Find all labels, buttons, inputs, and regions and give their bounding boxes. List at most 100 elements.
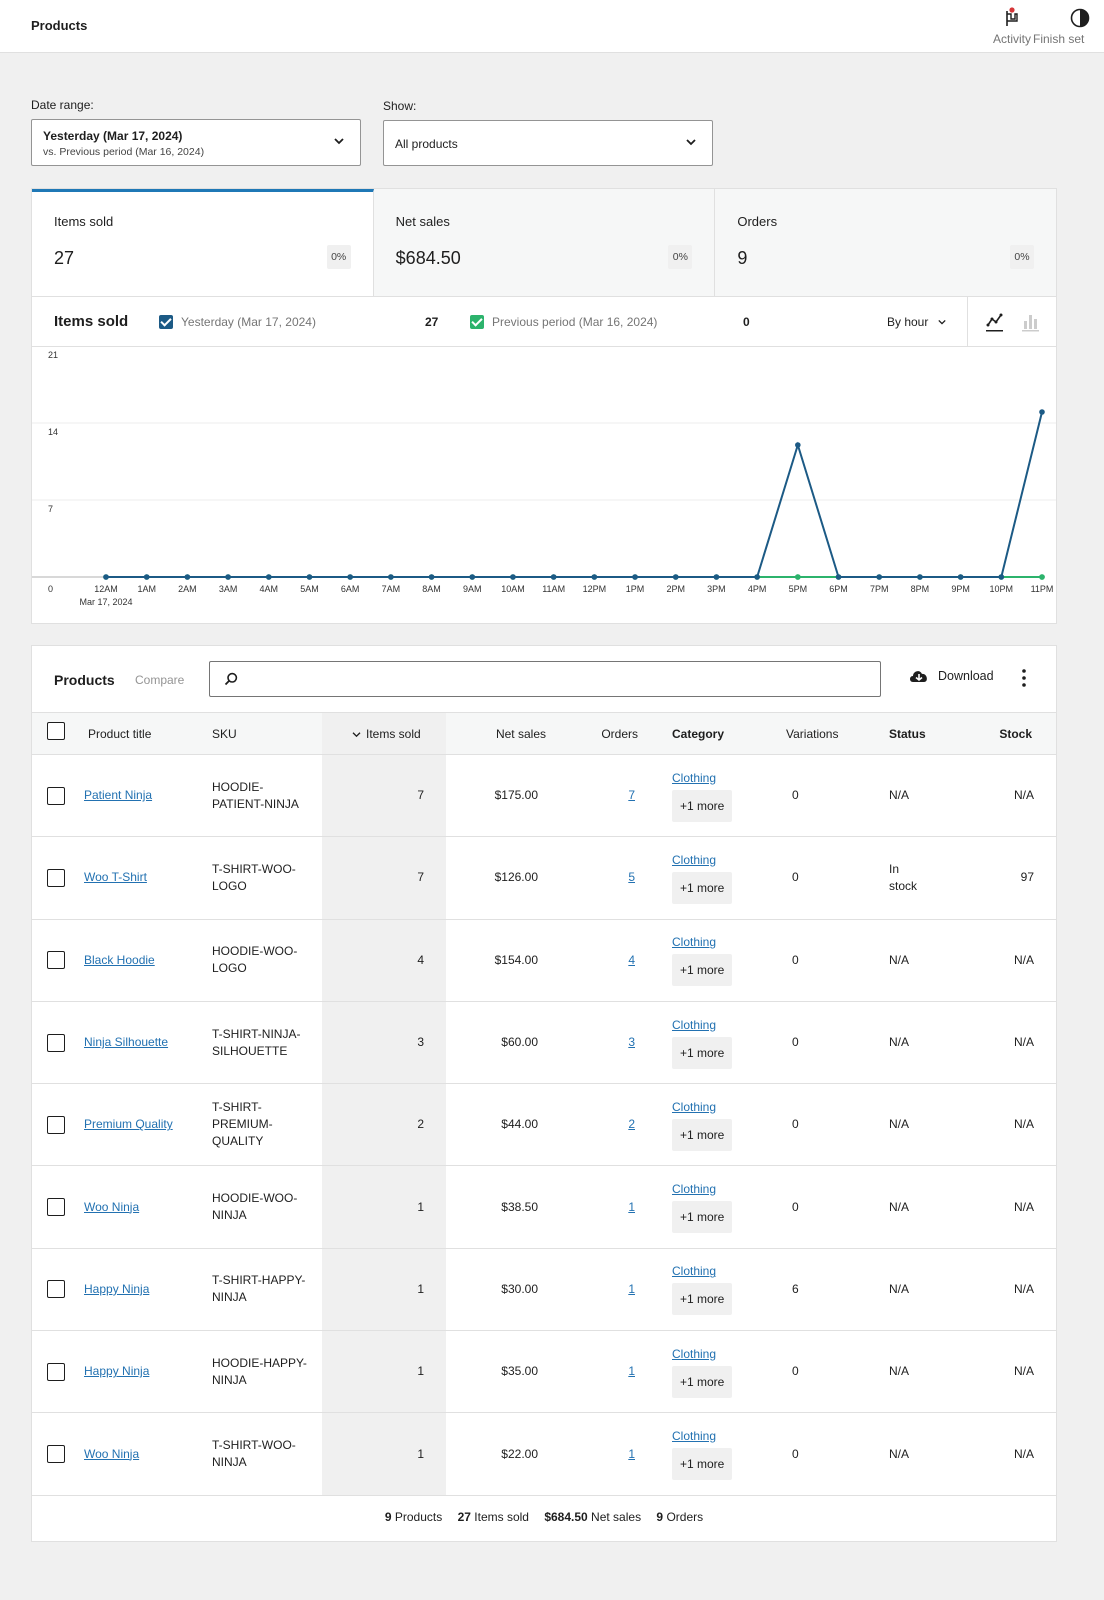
column-header-orders[interactable]: Orders	[564, 712, 650, 755]
row-checkbox[interactable]	[47, 1445, 65, 1464]
category-link[interactable]: Clothing	[672, 935, 716, 949]
checkbox-checked-icon[interactable]	[470, 315, 484, 329]
checkbox-checked-icon[interactable]	[159, 315, 173, 329]
orders-link[interactable]: 4	[628, 953, 635, 967]
more-categories-button[interactable]: +1 more	[672, 1118, 733, 1151]
table-row: Premium Quality T-SHIRT-PREMIUM-QUALITY 2 $…	[32, 1083, 1056, 1167]
more-categories-button[interactable]: +1 more	[672, 1201, 733, 1234]
summary-delta: 0%	[1010, 245, 1035, 269]
orders-link[interactable]: 2	[628, 1117, 635, 1131]
chevron-down-icon	[938, 319, 946, 325]
product-link[interactable]: Woo T-Shirt	[84, 870, 147, 884]
orders-link[interactable]: 3	[628, 1035, 635, 1049]
x-tick-label: 2AM	[178, 584, 197, 594]
row-checkbox[interactable]	[47, 1115, 65, 1134]
more-categories-button[interactable]: +1 more	[672, 1283, 733, 1316]
summary-delta: 0%	[326, 245, 351, 269]
column-header-product-title[interactable]: Product title	[84, 712, 208, 755]
category-link[interactable]: Clothing	[672, 1100, 716, 1114]
search-input[interactable]	[209, 661, 881, 697]
column-header-sku[interactable]: SKU	[208, 712, 322, 755]
select-all-checkbox[interactable]	[47, 722, 65, 741]
orders-link[interactable]: 1	[628, 1200, 635, 1214]
row-checkbox[interactable]	[47, 1362, 65, 1381]
y-tick-label: 7	[48, 504, 53, 514]
more-categories-button[interactable]: +1 more	[672, 871, 733, 904]
orders-cell: 1	[564, 1248, 650, 1332]
orders-link[interactable]: 7	[628, 788, 635, 802]
product-link[interactable]: Woo Ninja	[84, 1200, 139, 1214]
orders-link[interactable]: 1	[628, 1364, 635, 1378]
table-row: Happy Ninja HOODIE-HAPPY-NINJA 1 $35.00 1 Clo…	[32, 1330, 1056, 1414]
line-chart-icon[interactable]	[985, 311, 1005, 333]
category-link[interactable]: Clothing	[672, 771, 716, 785]
chart-series	[103, 409, 1045, 580]
product-link[interactable]: Happy Ninja	[84, 1282, 149, 1296]
product-title-cell: Woo Ninja	[84, 1165, 208, 1249]
orders-link[interactable]: 5	[628, 870, 635, 884]
product-link[interactable]: Ninja Silhouette	[84, 1035, 168, 1049]
product-title-cell: Happy Ninja	[84, 1248, 208, 1332]
x-tick-label: 11AM	[542, 584, 565, 594]
more-categories-button[interactable]: +1 more	[672, 789, 733, 822]
summary-tile-items-sold[interactable]: Items sold 27 0%	[32, 189, 374, 296]
table-row: Patient Ninja HOODIE-PATIENT-NINJA 7 $175.0…	[32, 754, 1056, 838]
more-categories-button[interactable]: +1 more	[672, 1365, 733, 1398]
bar-chart-icon[interactable]	[1021, 311, 1041, 333]
row-checkbox[interactable]	[47, 951, 65, 970]
activity-label: Activity	[992, 32, 1031, 46]
category-link[interactable]: Clothing	[672, 1182, 716, 1196]
date-range-select[interactable]: Yesterday (Mar 17, 2024) vs. Previous pe…	[31, 119, 361, 166]
row-checkbox[interactable]	[47, 1198, 65, 1217]
more-options-icon[interactable]	[1014, 666, 1034, 690]
top-bar: Products Activity Finish set	[0, 0, 1104, 53]
category-link[interactable]: Clothing	[672, 1264, 716, 1278]
x-tick-label: 3AM	[219, 584, 238, 594]
column-header-items-sold[interactable]: Items sold	[322, 712, 446, 755]
activity-button[interactable]: Activity	[990, 6, 1034, 46]
download-button[interactable]: Download	[908, 668, 994, 684]
orders-link[interactable]: 1	[628, 1282, 635, 1296]
category-link[interactable]: Clothing	[672, 1347, 716, 1361]
summary-label: Net sales	[395, 214, 450, 229]
orders-link[interactable]: 1	[628, 1447, 635, 1461]
product-link[interactable]: Patient Ninja	[84, 788, 152, 802]
interval-select[interactable]: By hour	[887, 315, 946, 329]
category-cell: Clothing +1 more	[650, 1412, 774, 1496]
more-categories-button[interactable]: +1 more	[672, 954, 733, 987]
table-row: Ninja Silhouette T-SHIRT-NINJA-SILHOUETTE…	[32, 1001, 1056, 1085]
show-select[interactable]: All products	[383, 120, 713, 166]
stock-cell: 97	[956, 836, 1056, 920]
row-checkbox[interactable]	[47, 1280, 65, 1299]
column-header-variations[interactable]: Variations	[774, 712, 876, 755]
row-select-cell	[32, 1330, 84, 1414]
category-cell: Clothing +1 more	[650, 1001, 774, 1085]
product-link[interactable]: Woo Ninja	[84, 1447, 139, 1461]
status-cell: N/A	[876, 754, 956, 838]
items-sold-cell: 3	[322, 1001, 446, 1085]
summary-tile-net-sales[interactable]: Net sales $684.50 0%	[373, 189, 716, 296]
product-link[interactable]: Premium Quality	[84, 1117, 173, 1131]
data-point	[957, 574, 964, 580]
column-header-net-sales[interactable]: Net sales	[446, 712, 564, 755]
summary-tile-orders[interactable]: Orders 9 0%	[715, 189, 1057, 296]
legend-previous[interactable]: Previous period (Mar 16, 2024)	[470, 315, 657, 329]
category-cell: Clothing +1 more	[650, 1165, 774, 1249]
series-line	[106, 411, 1043, 578]
more-categories-button[interactable]: +1 more	[672, 1036, 733, 1069]
legend-current[interactable]: Yesterday (Mar 17, 2024)	[159, 315, 316, 329]
product-link[interactable]: Happy Ninja	[84, 1364, 149, 1378]
row-checkbox[interactable]	[47, 868, 65, 887]
category-link[interactable]: Clothing	[672, 1429, 716, 1443]
row-checkbox[interactable]	[47, 786, 65, 805]
product-link[interactable]: Black Hoodie	[84, 953, 155, 967]
show-label: Show:	[383, 99, 417, 113]
category-link[interactable]: Clothing	[672, 1018, 716, 1032]
more-categories-button[interactable]: +1 more	[672, 1448, 733, 1481]
data-point	[388, 574, 394, 580]
x-tick-label: 10AM	[501, 584, 525, 594]
finish-setup-button[interactable]: Finish set	[1033, 6, 1104, 46]
compare-button[interactable]: Compare	[135, 673, 184, 687]
row-checkbox[interactable]	[47, 1033, 65, 1052]
category-link[interactable]: Clothing	[672, 853, 716, 867]
